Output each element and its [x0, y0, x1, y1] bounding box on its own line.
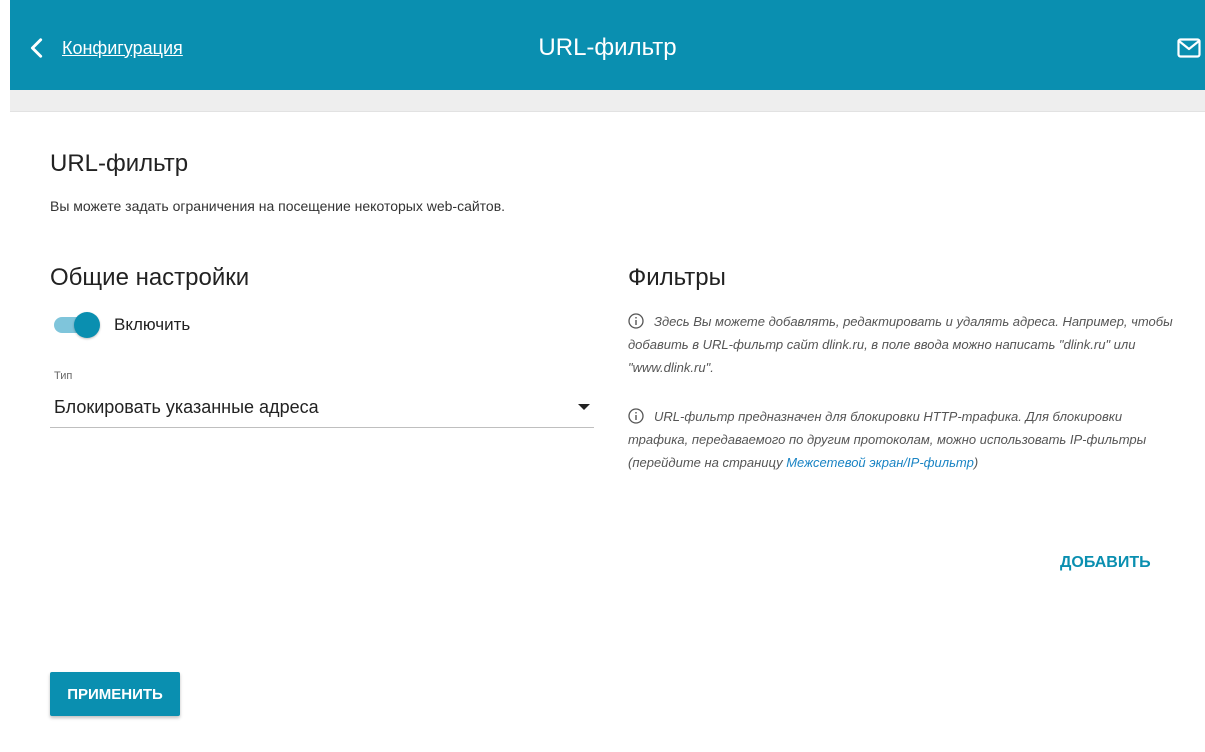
- firewall-ip-filter-link[interactable]: Межсетевой экран/IP-фильтр: [786, 455, 974, 470]
- filters-info-text: Здесь Вы можете добавлять, редактировать…: [628, 314, 1173, 375]
- filters-title: Фильтры: [628, 264, 726, 291]
- general-settings-title: Общие настройки: [50, 264, 250, 291]
- apply-button[interactable]: ПРИМЕНИТЬ: [50, 672, 180, 716]
- info-icon: [628, 408, 644, 424]
- mail-icon[interactable]: [1177, 38, 1201, 58]
- enable-toggle-label[interactable]: Включить: [114, 315, 190, 335]
- ip-filter-info-tail: ): [973, 455, 979, 470]
- dropdown-caret-icon: [578, 404, 590, 410]
- type-select-value: Блокировать указанные адреса: [54, 397, 319, 417]
- top-bar: Конфигурация URL-фильтр: [10, 0, 1205, 90]
- page-description: Вы можете задать ограничения на посещени…: [50, 198, 506, 214]
- add-button[interactable]: ДОБАВИТЬ: [1060, 554, 1151, 572]
- ip-filter-info-hint: URL-фильтр предназначен для блокировки H…: [628, 405, 1178, 474]
- enable-toggle[interactable]: [54, 312, 102, 338]
- info-icon: [628, 313, 644, 329]
- toggle-knob: [74, 312, 100, 338]
- type-select[interactable]: Блокировать указанные адреса: [50, 388, 594, 428]
- page-title: URL-фильтр: [50, 150, 189, 177]
- header-strip: [10, 90, 1205, 112]
- type-label: Тип: [54, 370, 73, 382]
- header-title: URL-фильтр: [538, 34, 677, 61]
- filters-info-hint: Здесь Вы можете добавлять, редактировать…: [628, 310, 1178, 379]
- app-frame: Конфигурация URL-фильтр URL-фильтр Вы мо…: [10, 0, 1205, 752]
